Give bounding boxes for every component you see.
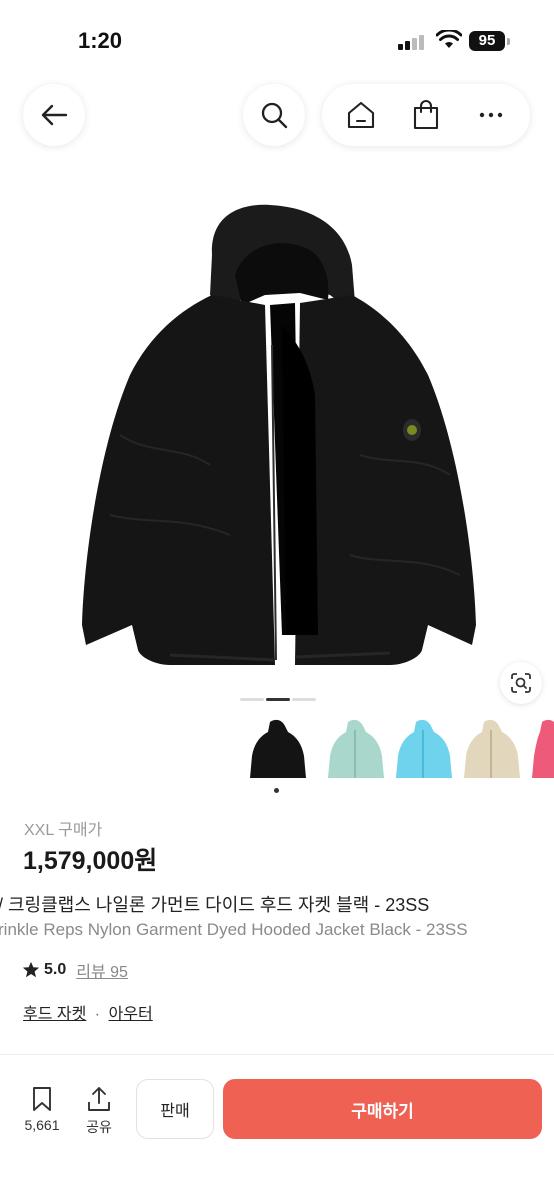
size-label: XXL: [24, 822, 54, 839]
thumbnail-sky-blue[interactable]: [392, 716, 454, 786]
category-separator: ·: [94, 1006, 101, 1023]
more-horizontal-icon: [480, 112, 503, 118]
bookmark-button[interactable]: 5,661: [20, 1085, 64, 1133]
review-link[interactable]: 리뷰 95: [76, 958, 128, 982]
share-label: 공유: [86, 1119, 112, 1135]
divider: [0, 1054, 554, 1055]
image-pager: [240, 698, 316, 701]
buy-button[interactable]: 구매하기: [223, 1079, 542, 1139]
arrow-left-icon: [41, 104, 68, 126]
image-search-button[interactable]: [500, 662, 542, 704]
bookmark-count: 5,661: [24, 1117, 60, 1133]
signal-icon: [398, 34, 426, 50]
sell-button[interactable]: 판매: [136, 1079, 214, 1139]
star-icon: [22, 961, 40, 978]
thumbnail-mint[interactable]: [324, 716, 386, 786]
price: 1,579,000원: [23, 847, 158, 875]
shopping-bag-button[interactable]: [402, 91, 450, 139]
rating-row: 5.0 리뷰 95: [22, 958, 128, 982]
search-icon: [261, 102, 288, 129]
category-link-hood-jacket[interactable]: 후드 자켓: [23, 1006, 86, 1023]
product-name-english: rinkle Reps Nylon Garment Dyed Hooded Ja…: [0, 920, 468, 939]
shopping-bag-icon: [413, 100, 439, 130]
thumbnail-black[interactable]: [246, 716, 308, 786]
thumbnail-selected-dot: [274, 788, 279, 793]
category-breadcrumb: 후드 자켓 · 아우터: [23, 1000, 153, 1024]
rating-value: 5.0: [44, 961, 67, 978]
nav-action-group: [322, 84, 530, 146]
product-image[interactable]: [60, 195, 494, 675]
pager-segment: [292, 698, 316, 701]
price-type-label: 구매가: [58, 822, 103, 839]
battery-tip: [507, 38, 510, 45]
share-icon: [88, 1087, 110, 1111]
pager-segment-active: [266, 698, 290, 701]
status-bar: 1:20 95: [0, 0, 554, 70]
wifi-icon: [436, 30, 462, 48]
pager-segment: [240, 698, 264, 701]
bookmark-icon: [33, 1087, 51, 1111]
share-button[interactable]: 공유: [77, 1085, 121, 1137]
home-icon: [347, 101, 374, 129]
thumbnail-beige[interactable]: [460, 716, 522, 786]
category-link-outer[interactable]: 아우터: [109, 1006, 153, 1023]
search-button[interactable]: [243, 84, 305, 146]
home-button[interactable]: [337, 91, 385, 139]
size-price-label: XXL 구매가: [24, 816, 102, 840]
lens-icon: [511, 673, 531, 693]
back-button[interactable]: [23, 84, 85, 146]
thumbnail-pink[interactable]: [528, 716, 554, 786]
status-time: 1:20: [78, 28, 123, 53]
battery-indicator: 95: [469, 31, 505, 51]
product-name-korean: / 크링클랩스 나일론 가먼트 다이드 후드 자켓 블랙 - 23SS: [0, 895, 430, 915]
more-button[interactable]: [467, 91, 515, 139]
